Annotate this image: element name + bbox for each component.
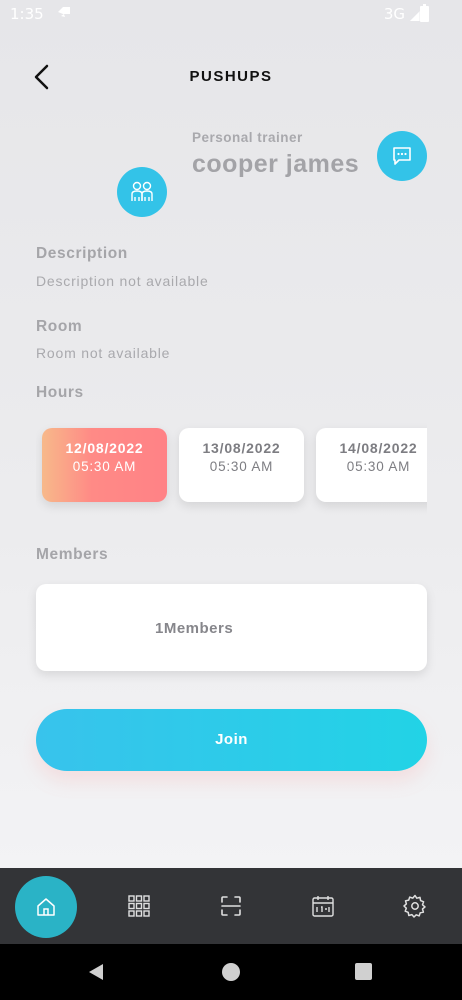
settings-icon bbox=[403, 894, 426, 918]
hour-slot[interactable]: 14/08/2022 05:30 AM bbox=[316, 428, 427, 502]
room-label: Room bbox=[36, 318, 83, 335]
hour-slot-date: 14/08/2022 bbox=[339, 440, 418, 456]
trainer-role: Personal trainer bbox=[192, 130, 303, 145]
hour-slot[interactable]: 13/08/2022 05:30 AM bbox=[179, 428, 304, 502]
hour-slot-date: 12/08/2022 bbox=[65, 440, 144, 456]
bottom-nav bbox=[0, 868, 462, 944]
hour-slot-date: 13/08/2022 bbox=[202, 440, 281, 456]
hours-label: Hours bbox=[36, 384, 84, 401]
chat-icon bbox=[393, 147, 411, 165]
home-icon bbox=[37, 898, 55, 916]
trainer-icon bbox=[131, 181, 153, 201]
network-type: 3G bbox=[383, 5, 405, 23]
description-value: Description not available bbox=[36, 273, 209, 289]
description-label: Description bbox=[36, 245, 128, 262]
hour-slot-time: 05:30 AM bbox=[346, 459, 411, 474]
members-count: 1Members bbox=[155, 620, 234, 637]
notification-icon bbox=[58, 7, 70, 17]
grid-icon bbox=[128, 895, 150, 917]
nav-calendar[interactable] bbox=[309, 892, 337, 920]
room-value: Room not available bbox=[36, 345, 171, 361]
status-time: 1:35 bbox=[10, 5, 44, 23]
system-home-icon[interactable] bbox=[222, 963, 240, 981]
chat-button[interactable] bbox=[377, 131, 427, 181]
nav-scan[interactable] bbox=[217, 892, 245, 920]
trainer-name: cooper james bbox=[192, 150, 360, 178]
system-back-icon[interactable] bbox=[87, 963, 105, 981]
status-bar: 1:35 3G bbox=[0, 0, 462, 30]
members-label: Members bbox=[36, 546, 109, 563]
scan-icon bbox=[221, 896, 241, 916]
system-recents-icon[interactable] bbox=[355, 963, 372, 980]
hour-slot-time: 05:30 AM bbox=[72, 459, 137, 474]
nav-grid[interactable] bbox=[125, 892, 153, 920]
members-card[interactable]: 1Members bbox=[36, 584, 427, 671]
join-button[interactable]: Join bbox=[36, 709, 427, 771]
calendar-icon bbox=[312, 896, 334, 917]
hours-list[interactable]: 12/08/2022 05:30 AM 13/08/2022 05:30 AM … bbox=[36, 418, 427, 518]
system-nav-bar bbox=[0, 944, 462, 1000]
screen: 1:35 3G PUSHUPS Personal trainer cooper … bbox=[0, 0, 462, 868]
nav-home[interactable] bbox=[15, 876, 77, 938]
page-title: PUSHUPS bbox=[189, 68, 273, 85]
hour-slot-time: 05:30 AM bbox=[209, 459, 274, 474]
nav-settings[interactable] bbox=[401, 892, 429, 920]
hour-slot-selected[interactable]: 12/08/2022 05:30 AM bbox=[42, 428, 167, 502]
trainer-avatar bbox=[117, 167, 167, 217]
battery-icon bbox=[420, 4, 429, 22]
